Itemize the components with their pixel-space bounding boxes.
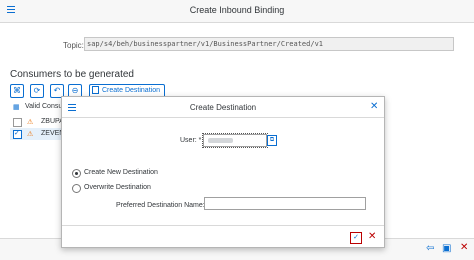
column-valid[interactable]: Valid [25,103,40,110]
dialog-close-icon[interactable]: ✕ [370,101,378,112]
window-title: Create Inbound Binding [189,5,285,15]
consumers-section-title: Consumers to be generated [10,69,134,80]
cancel-icon[interactable]: ✕ [368,231,376,242]
user-input[interactable] [202,133,268,148]
refresh-button[interactable]: ⟳ [30,84,44,98]
save-icon[interactable]: ▣ [442,243,451,254]
confirm-button[interactable]: ✓ [350,232,362,244]
radio-button[interactable] [72,184,81,193]
select-all-icon[interactable]: ▦ [13,103,20,111]
document-icon [92,86,99,94]
dialog-footer: ✓ ✕ [62,225,384,248]
warning-icon: ⚠ [27,119,34,126]
value-help-icon[interactable]: ⧉ [267,135,277,146]
row-checkbox[interactable] [13,118,22,127]
topic-field: sap/s4/beh/businesspartner/v1/BusinessPa… [84,37,454,51]
topic-label: Topic: [63,41,84,50]
column-consumer[interactable]: Consu [42,103,62,110]
preferred-destination-input[interactable] [204,197,366,210]
row-checkbox[interactable] [13,129,22,139]
warning-icon: ⚠ [27,131,34,138]
details-button[interactable]: ⌘ [10,84,24,98]
dialog-header: Create Destination ✕ [62,97,384,118]
radio-button[interactable] [72,169,81,178]
title-bar: Create Inbound Binding [0,0,474,23]
radio-label: Create New Destination [84,169,158,176]
dialog-title: Create Destination [189,103,257,112]
preferred-destination-label: Preferred Destination Name: [116,202,205,209]
create-destination-dialog: Create Destination ✕ User: * ⧉ Create Ne… [61,96,385,248]
radio-label: Overwrite Destination [84,184,151,191]
focus-outline [202,133,268,148]
user-label: User: * [180,137,202,144]
back-icon[interactable]: ⇦ [426,243,434,254]
close-icon[interactable]: ✕ [460,242,468,253]
